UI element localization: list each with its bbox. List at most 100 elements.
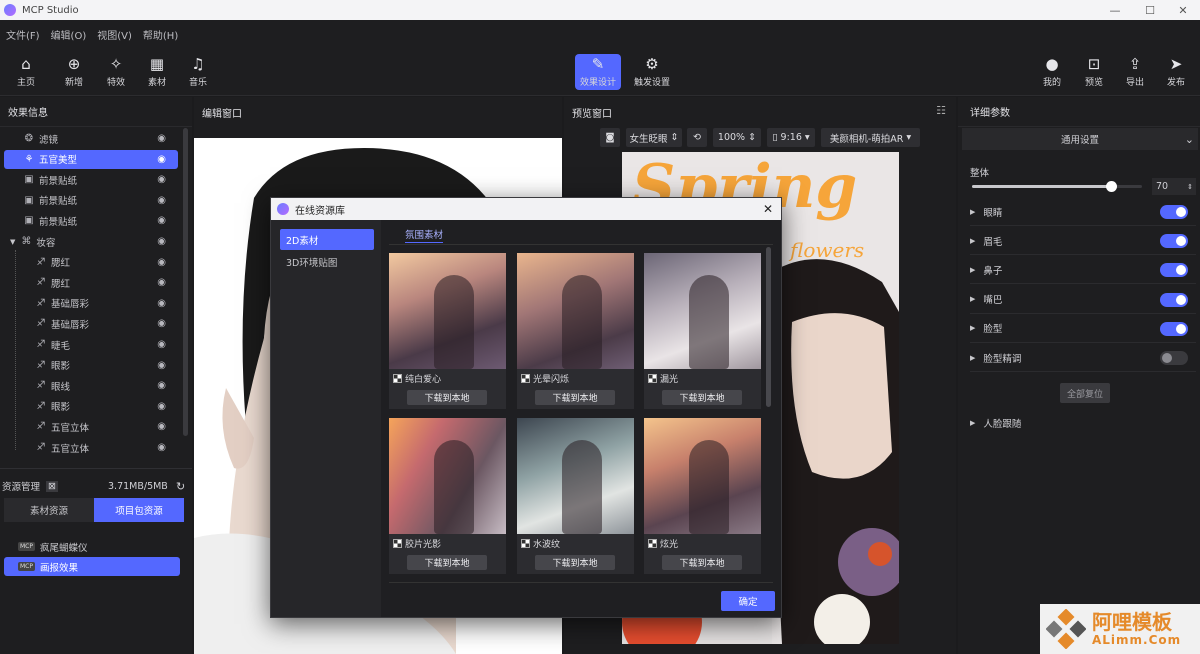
confirm-button[interactable]: 确定: [721, 591, 775, 611]
layer-item[interactable]: ♐ 眼线 ◉: [4, 376, 178, 395]
dialog-close-icon[interactable]: ✕: [763, 202, 773, 216]
visibility-eye-icon[interactable]: ◉: [157, 257, 166, 268]
resource-item-selected[interactable]: MCP 画报效果: [4, 557, 180, 576]
layer-item[interactable]: ♐ 五官立体 ◉: [4, 417, 178, 436]
toolbar-grid-button[interactable]: ▦ 素材: [137, 54, 177, 90]
menu-help[interactable]: 帮助(H): [143, 27, 178, 42]
expand-arrow-icon[interactable]: ▼: [10, 238, 15, 246]
layer-item[interactable]: ♐ 五官立体 ◉: [4, 438, 178, 457]
visibility-eye-icon[interactable]: ◉: [157, 298, 166, 309]
toolbar-user-dot-button[interactable]: ● 我的: [1032, 54, 1072, 90]
visibility-eye-icon[interactable]: ◉: [157, 174, 166, 185]
param-toggle[interactable]: [1160, 263, 1188, 278]
visibility-eye-icon[interactable]: ◉: [157, 360, 166, 371]
resource-card[interactable]: 胶片光影 下载到本地: [389, 418, 506, 574]
resource-card[interactable]: 漏光 下载到本地: [644, 253, 761, 409]
resource-card[interactable]: 炫光 下载到本地: [644, 418, 761, 574]
param-toggle[interactable]: [1160, 292, 1188, 307]
stepper-icon[interactable]: ⇕: [1187, 183, 1193, 191]
maximize-button[interactable]: ☐: [1133, 0, 1167, 20]
menu-edit[interactable]: 编辑(O): [51, 27, 87, 42]
toolbar-send-button[interactable]: ➤ 发布: [1156, 54, 1196, 90]
download-button[interactable]: 下载到本地: [662, 555, 742, 570]
toolbar-music-button[interactable]: ♫ 音乐: [178, 54, 218, 90]
layer-item[interactable]: ♐ 腮红 ◉: [4, 253, 178, 272]
resource-thumbnail[interactable]: [517, 418, 634, 534]
visibility-eye-icon[interactable]: ◉: [157, 421, 166, 432]
layer-item[interactable]: ⚘ 五官美型 ◉: [4, 149, 178, 169]
layer-item[interactable]: ♐ 眼影 ◉: [4, 397, 178, 416]
toolbar-preview-button[interactable]: ⊡ 预览: [1074, 54, 1114, 90]
layer-item[interactable]: ▣ 前景贴纸 ◉: [4, 170, 178, 189]
face-tracking-row[interactable]: ▶ 人脸跟随: [970, 409, 1196, 437]
overall-value-input[interactable]: 70 ⇕: [1152, 178, 1196, 195]
ratio-select[interactable]: ▯ 9:16 ▾: [767, 128, 815, 147]
param-toggle[interactable]: [1160, 234, 1188, 249]
visibility-eye-icon[interactable]: ◉: [157, 277, 166, 288]
param-row[interactable]: ▶ 脸型精调: [970, 344, 1196, 372]
section-header[interactable]: 通用设置 ⌄: [962, 128, 1198, 150]
visibility-eye-icon[interactable]: ◉: [157, 318, 166, 329]
tab-material-resources[interactable]: 素材资源: [4, 498, 94, 522]
tab-project-resources[interactable]: 项目包资源: [94, 498, 184, 522]
download-button[interactable]: 下载到本地: [535, 555, 615, 570]
resource-item[interactable]: MCP 疯尾蝴蝶仪: [4, 537, 180, 556]
settings-sliders-icon[interactable]: ☷: [936, 104, 946, 117]
layer-item[interactable]: ❂ 滤镜 ◉: [4, 129, 178, 148]
resource-thumbnail[interactable]: [644, 418, 761, 534]
visibility-eye-icon[interactable]: ◉: [157, 133, 166, 144]
layer-scrollbar[interactable]: [183, 128, 188, 436]
visibility-eye-icon[interactable]: ◉: [157, 154, 166, 165]
zoom-select[interactable]: 100% ⇕: [713, 128, 761, 147]
visibility-eye-icon[interactable]: ◉: [157, 195, 166, 206]
visibility-eye-icon[interactable]: ◉: [157, 442, 166, 453]
refresh-icon[interactable]: ↻: [176, 480, 185, 493]
param-row[interactable]: ▶ 眉毛: [970, 227, 1196, 256]
visibility-eye-icon[interactable]: ◉: [157, 236, 166, 247]
resource-thumbnail[interactable]: [517, 253, 634, 369]
download-button[interactable]: 下载到本地: [407, 555, 487, 570]
camera-app-select[interactable]: 美颜相机-萌拍AR ▾: [821, 128, 920, 147]
tab-ambience[interactable]: 氛围素材: [405, 227, 444, 243]
layer-item[interactable]: ♐ 基础唇彩 ◉: [4, 314, 178, 333]
flip-icon[interactable]: ⟲: [687, 128, 707, 147]
param-row[interactable]: ▶ 眼睛: [970, 198, 1196, 226]
layer-item[interactable]: ♐ 眼影 ◉: [4, 356, 178, 375]
toolbar-sparkle-button[interactable]: ✧ 特效: [96, 54, 136, 90]
category-3d-env[interactable]: 3D环境贴图: [280, 251, 374, 272]
param-row[interactable]: ▶ 脸型: [970, 315, 1196, 343]
param-toggle[interactable]: [1160, 205, 1188, 219]
camera-icon[interactable]: ◙: [600, 128, 620, 147]
resource-thumbnail[interactable]: [644, 253, 761, 369]
overall-slider-track[interactable]: [972, 181, 1142, 192]
layer-item[interactable]: ♐ 基础唇彩 ◉: [4, 294, 178, 313]
toolbar-trigger-button[interactable]: ⚙ 触发设置: [632, 54, 672, 90]
toolbar-export-button[interactable]: ⇪ 导出: [1115, 54, 1155, 90]
toolbar-add-circle-button[interactable]: ⊕ 新增: [54, 54, 94, 90]
param-row[interactable]: ▶ 嘴巴: [970, 286, 1196, 314]
download-button[interactable]: 下载到本地: [407, 390, 487, 405]
layer-item[interactable]: ▣ 前景贴纸 ◉: [4, 211, 178, 230]
param-toggle[interactable]: [1160, 321, 1188, 336]
toolbar-home-button[interactable]: ⌂ 主页: [6, 54, 46, 90]
param-toggle[interactable]: [1160, 351, 1188, 365]
filter-select[interactable]: 女生眨眼 ⇕: [626, 128, 682, 147]
visibility-eye-icon[interactable]: ◉: [157, 401, 166, 412]
dialog-scrollbar[interactable]: [766, 247, 771, 407]
close-window-button[interactable]: ✕: [1166, 0, 1200, 20]
layer-item[interactable]: ▼ ⌘ 妆容 ◉: [4, 232, 178, 251]
reset-all-button[interactable]: 全部复位: [1060, 383, 1110, 403]
collapse-icon[interactable]: ⌄: [1185, 133, 1194, 146]
download-button[interactable]: 下载到本地: [535, 390, 615, 405]
minimize-button[interactable]: —: [1098, 0, 1132, 20]
menu-view[interactable]: 视图(V): [97, 27, 132, 42]
category-2d[interactable]: 2D素材: [280, 229, 374, 250]
layer-item[interactable]: ♐ 腮红 ◉: [4, 273, 178, 292]
resource-card[interactable]: 光晕闪烁 下载到本地: [517, 253, 634, 409]
layer-item[interactable]: ♐ 睫毛 ◉: [4, 335, 178, 354]
clear-icon[interactable]: ⊠: [46, 480, 58, 492]
visibility-eye-icon[interactable]: ◉: [157, 380, 166, 391]
download-button[interactable]: 下载到本地: [662, 390, 742, 405]
resource-card[interactable]: 纯白爱心 下载到本地: [389, 253, 506, 409]
resource-thumbnail[interactable]: [389, 418, 506, 534]
